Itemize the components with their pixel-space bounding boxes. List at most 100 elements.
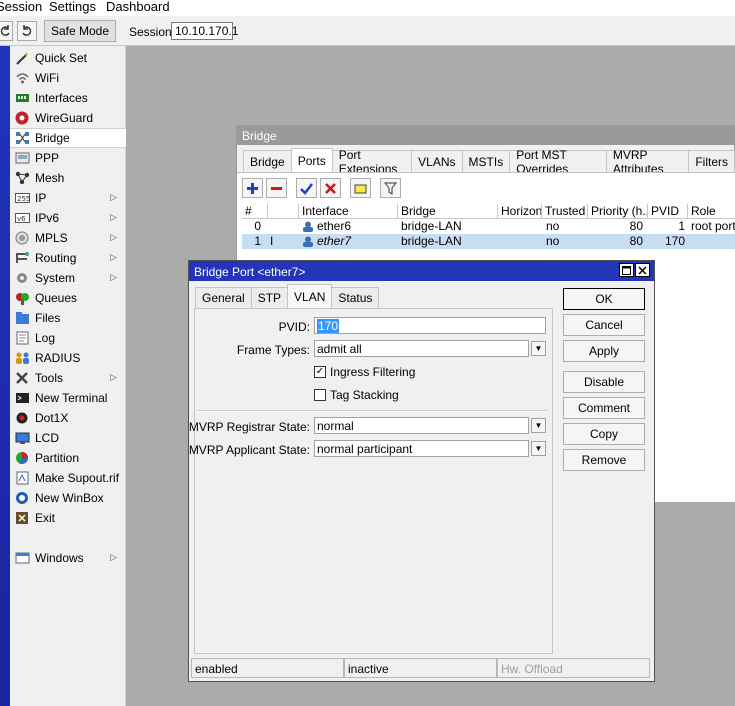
- tab-general[interactable]: General: [195, 287, 252, 308]
- dot1x-icon: [15, 411, 30, 425]
- sidebar-item-make-supout[interactable]: Make Supout.rif: [10, 468, 126, 488]
- tag-stacking-checkbox[interactable]: [314, 389, 326, 401]
- disable-button[interactable]: Disable: [563, 371, 645, 393]
- session-field[interactable]: 10.10.170.1: [171, 22, 238, 40]
- col-horizon[interactable]: Horizon: [498, 204, 542, 219]
- mvrp-registrar-select[interactable]: normal: [314, 417, 529, 434]
- sidebar-item-radius[interactable]: RADIUS: [10, 348, 126, 368]
- comment-button[interactable]: [350, 178, 371, 198]
- tab-status[interactable]: Status: [331, 287, 380, 308]
- sidebar-item-ipv6[interactable]: v6 IPv6 ▷: [10, 208, 126, 228]
- tab-port-extensions[interactable]: Port Extensions: [331, 148, 413, 176]
- sidebar-item-mpls[interactable]: MPLS ▷: [10, 228, 126, 248]
- undo-button[interactable]: [0, 21, 13, 41]
- table-row-selected[interactable]: 1 I ether7 bridge-LAN no 80 170: [242, 234, 735, 249]
- sidebar-item-bridge[interactable]: Bridge: [10, 128, 126, 148]
- sidebar-item-interfaces[interactable]: Interfaces: [10, 88, 126, 108]
- sidebar-item-lcd[interactable]: LCD: [10, 428, 126, 448]
- ingress-filtering-checkbox[interactable]: ✓: [314, 366, 326, 378]
- apply-button[interactable]: Apply: [563, 340, 645, 362]
- cell-horizon: [501, 234, 542, 249]
- safe-mode-button[interactable]: Safe Mode: [44, 20, 116, 42]
- sidebar-item-label: Partition: [35, 451, 80, 465]
- sidebar-item-mesh[interactable]: Mesh: [10, 168, 126, 188]
- col-bridge[interactable]: Bridge: [398, 204, 498, 219]
- sidebar-item-exit[interactable]: Exit: [10, 508, 126, 528]
- system-icon: [15, 271, 30, 285]
- sidebar-item-wifi[interactable]: WiFi: [10, 68, 126, 88]
- col-priority[interactable]: Priority (h...: [588, 204, 648, 219]
- sidebar-item-files[interactable]: Files: [10, 308, 126, 328]
- table-row[interactable]: 0 ether6 bridge-LAN no 80 1 root port: [242, 219, 735, 234]
- minus-icon: [271, 186, 282, 190]
- sidebar-item-queues[interactable]: Queues: [10, 288, 126, 308]
- col-interface[interactable]: Interface: [299, 204, 398, 219]
- tab-bridge[interactable]: Bridge: [243, 150, 292, 172]
- tab-ports[interactable]: Ports: [290, 148, 333, 172]
- col-trusted[interactable]: Trusted: [542, 204, 588, 219]
- add-button[interactable]: [242, 178, 263, 198]
- col-role[interactable]: Role: [688, 204, 735, 219]
- sidebar-item-tools[interactable]: Tools ▷: [10, 368, 126, 388]
- sidebar-item-system[interactable]: System ▷: [10, 268, 126, 288]
- disable-button[interactable]: [320, 178, 341, 198]
- sidebar-item-new-winbox[interactable]: New WinBox: [10, 488, 126, 508]
- comment-button[interactable]: Comment: [563, 397, 645, 419]
- ok-button[interactable]: OK: [563, 288, 645, 310]
- sidebar-item-new-terminal[interactable]: New Terminal: [10, 388, 126, 408]
- mvrp-registrar-dropdown[interactable]: ▼: [531, 418, 546, 433]
- sidebar-item-windows[interactable]: Windows ▷: [10, 548, 126, 568]
- redo-button[interactable]: [17, 21, 37, 41]
- sidebar-item-log[interactable]: Log: [10, 328, 126, 348]
- sidebar-item-partition[interactable]: Partition: [10, 448, 126, 468]
- sidebar-item-ppp[interactable]: PPP: [10, 148, 126, 168]
- sidebar-item-routing[interactable]: Routing ▷: [10, 248, 126, 268]
- exit-icon: [15, 511, 30, 525]
- tab-stp[interactable]: STP: [250, 287, 289, 308]
- cell-horizon: [501, 219, 542, 234]
- col-num[interactable]: #: [242, 204, 268, 219]
- menu-session[interactable]: Session: [0, 0, 42, 14]
- mvrp-registrar-label: MVRP Registrar State:: [188, 420, 310, 434]
- filter-button[interactable]: [380, 178, 401, 198]
- tab-mvrp-attributes[interactable]: MVRP Attributes: [605, 148, 690, 176]
- submenu-arrow-icon: ▷: [110, 252, 117, 262]
- vlan-tab-panel: PVID: 170 Frame Types: admit all ▼ ✓ Ing…: [189, 308, 553, 654]
- copy-button[interactable]: Copy: [563, 423, 645, 445]
- mvrp-applicant-select[interactable]: normal participant: [314, 440, 529, 457]
- tab-mstis[interactable]: MSTIs: [461, 150, 511, 172]
- sidebar-item-ip[interactable]: 255 IP ▷: [10, 188, 126, 208]
- files-icon: [15, 311, 30, 325]
- maximize-button[interactable]: [619, 263, 634, 277]
- ip-icon: 255: [15, 191, 30, 205]
- bridge-window-title[interactable]: Bridge: [237, 126, 734, 145]
- pvid-input[interactable]: 170: [314, 317, 546, 334]
- menu-settings[interactable]: Settings: [49, 0, 96, 14]
- tab-port-mst-overrides[interactable]: Port MST Overrides: [509, 148, 607, 176]
- sidebar-item-quick-set[interactable]: Quick Set: [10, 48, 126, 68]
- remove-button[interactable]: Remove: [563, 449, 645, 471]
- ipv6-icon: v6: [15, 211, 30, 225]
- sidebar-item-dot1x[interactable]: Dot1X: [10, 408, 126, 428]
- cancel-button[interactable]: Cancel: [563, 314, 645, 336]
- col-flag[interactable]: [268, 204, 299, 219]
- mesh-icon: [15, 171, 30, 185]
- tab-vlans[interactable]: VLANs: [411, 150, 463, 172]
- frame-types-dropdown[interactable]: ▼: [531, 341, 546, 356]
- bridge-port-dialog: Bridge Port <ether7> General STP VLAN St…: [188, 260, 655, 682]
- close-button[interactable]: [635, 263, 650, 277]
- remove-button[interactable]: [266, 178, 287, 198]
- frame-types-select[interactable]: admit all: [314, 340, 529, 357]
- radius-icon: [15, 351, 30, 365]
- mvrp-applicant-dropdown[interactable]: ▼: [531, 441, 546, 456]
- tab-filters[interactable]: Filters: [688, 150, 735, 172]
- sidebar-item-wireguard[interactable]: WireGuard: [10, 108, 126, 128]
- sidebar-item-label: New Terminal: [35, 391, 108, 405]
- check-icon: [300, 182, 313, 195]
- col-pvid[interactable]: PVID: [648, 204, 688, 219]
- sidebar: Quick Set WiFi Interfaces WireGuard Brid…: [10, 46, 126, 706]
- enable-button[interactable]: [296, 178, 317, 198]
- tab-vlan[interactable]: VLAN: [287, 284, 333, 308]
- dialog-titlebar[interactable]: Bridge Port <ether7>: [189, 261, 654, 281]
- menu-dashboard[interactable]: Dashboard: [106, 0, 170, 14]
